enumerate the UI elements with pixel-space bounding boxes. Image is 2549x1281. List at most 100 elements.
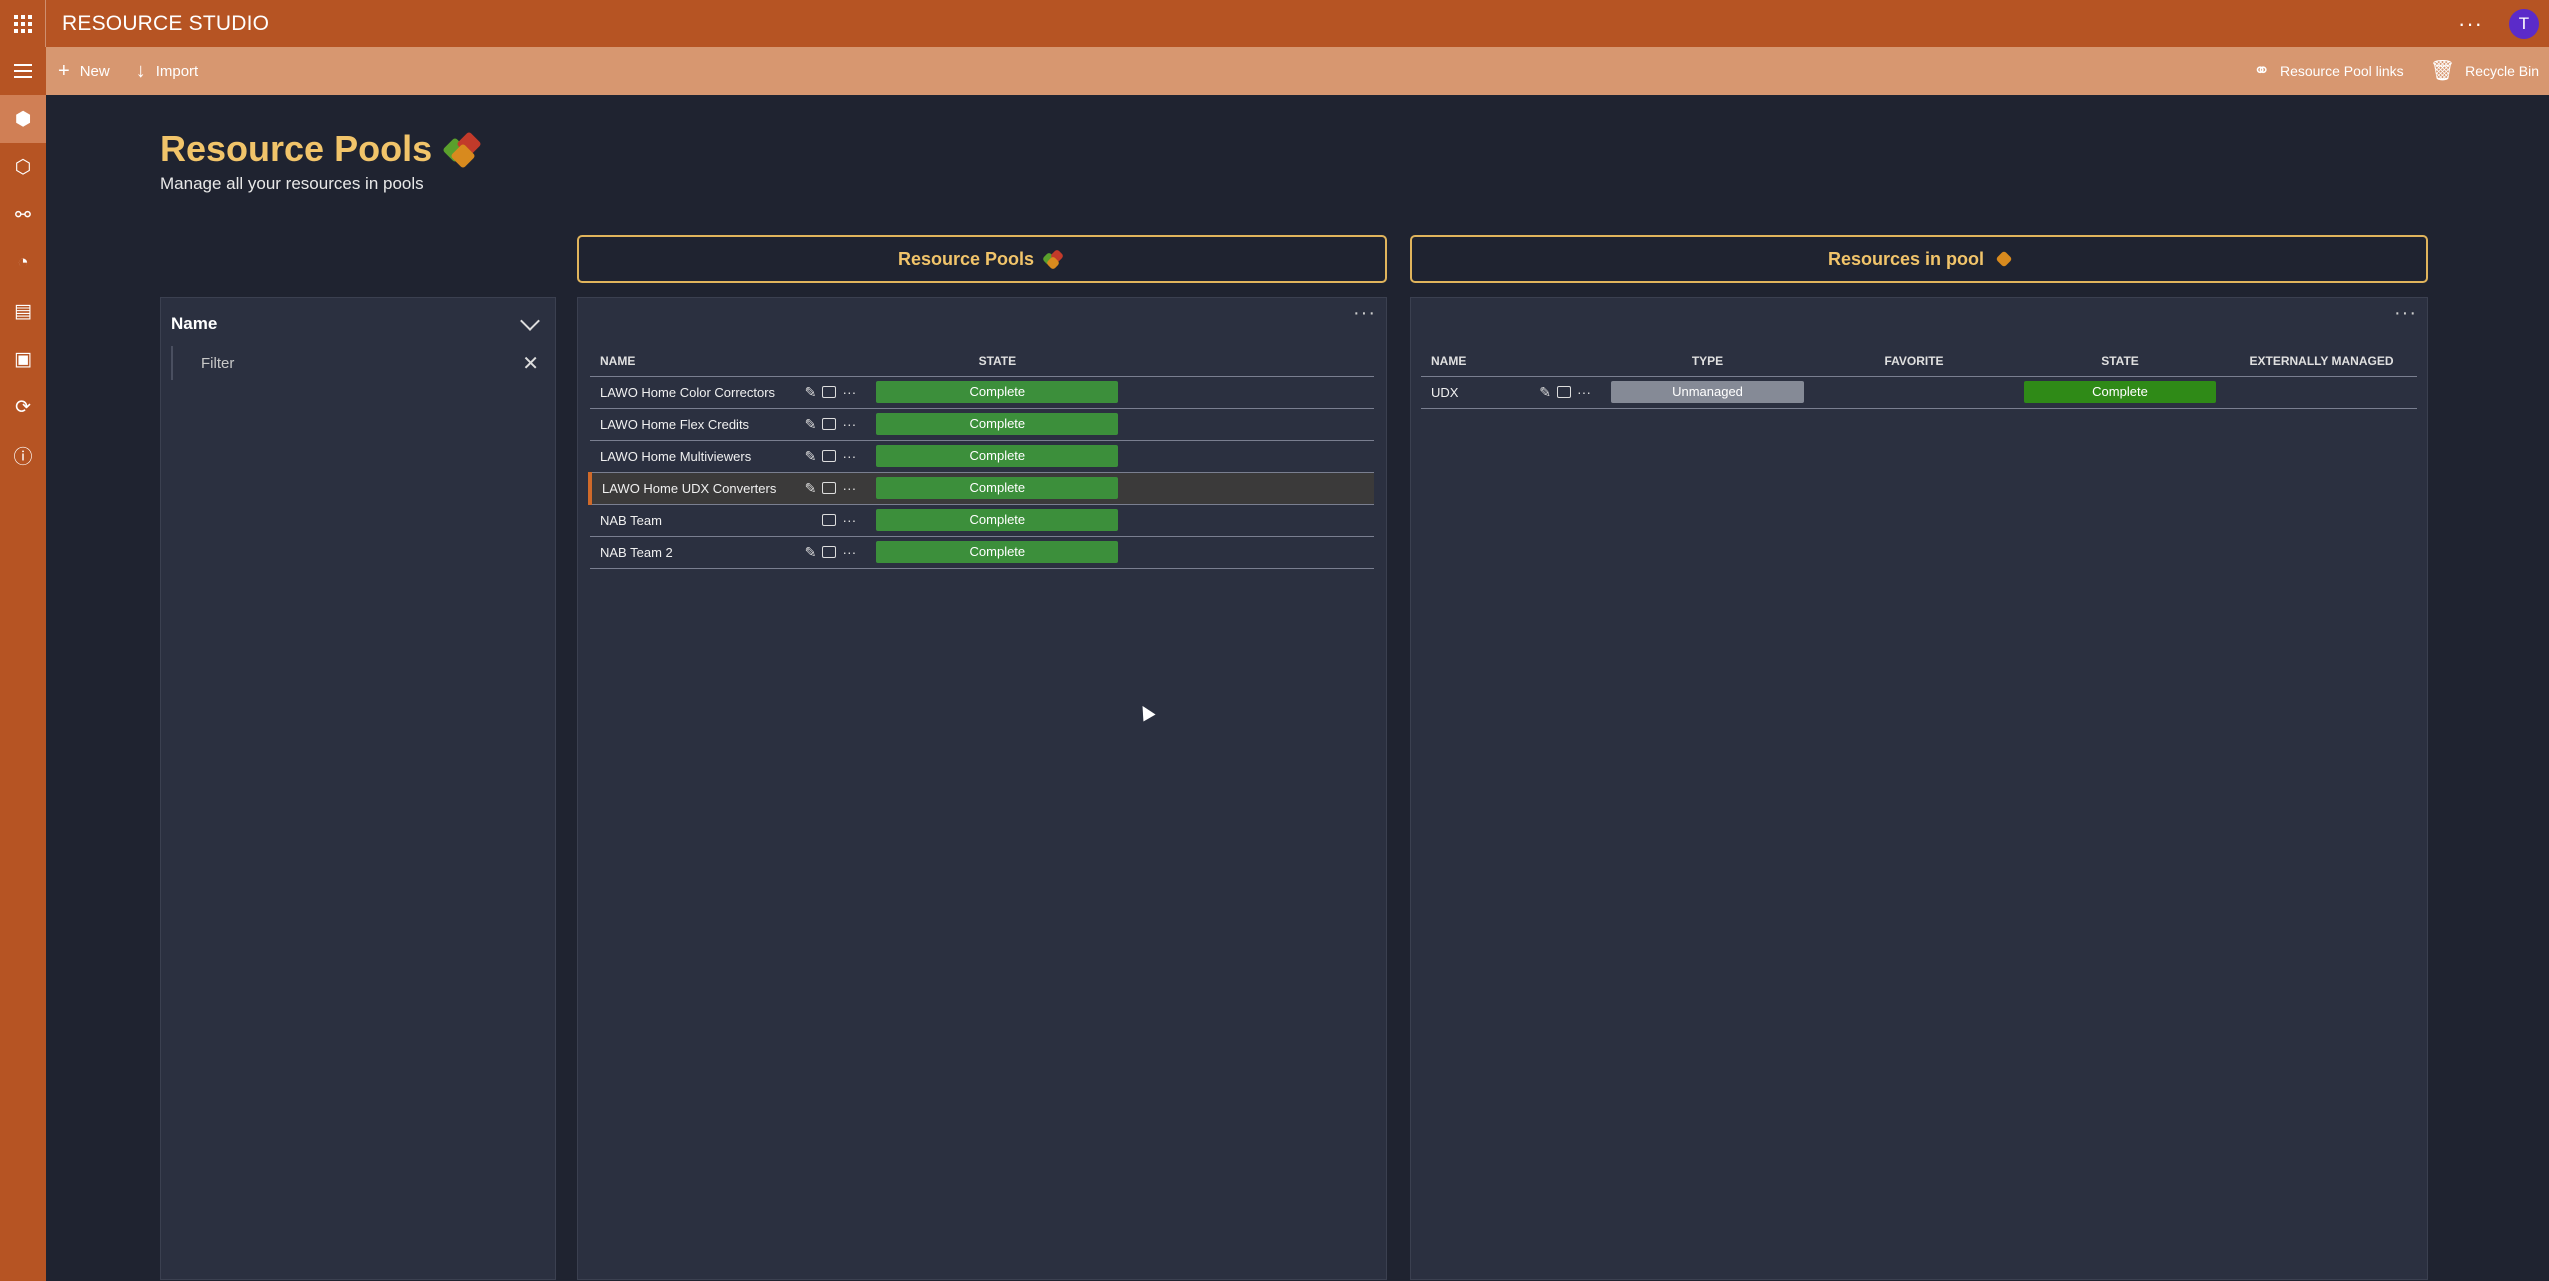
cube-icon bbox=[1995, 250, 2013, 268]
column-header-state[interactable]: STATE bbox=[866, 346, 1129, 377]
open-window-icon[interactable] bbox=[822, 482, 837, 494]
open-window-icon[interactable] bbox=[822, 514, 837, 526]
edit-icon[interactable]: ✎ bbox=[805, 544, 817, 561]
panel-more-icon[interactable]: ··· bbox=[1353, 302, 1376, 325]
table-row[interactable]: UDX ✎ ··· Unmanaged Complete bbox=[1421, 376, 2417, 409]
more-icon[interactable]: ··· bbox=[842, 480, 856, 496]
clipboard-icon[interactable]: ▣ bbox=[0, 335, 46, 383]
left-rail: ⬢ ⬡ ⚯ ◔ ▤ ▣ ⟳ ⓘ bbox=[0, 47, 46, 1281]
row-actions: ··· bbox=[786, 504, 867, 537]
more-icon[interactable]: ··· bbox=[842, 416, 856, 432]
table-row[interactable]: LAWO Home Multiviewers ✎ ··· Complete bbox=[590, 440, 1374, 473]
import-button[interactable]: ↓ Import bbox=[136, 61, 199, 81]
pool-links-label: Resource Pool links bbox=[2279, 63, 2404, 79]
column-header-externally-managed[interactable]: EXTERNALLY MANAGED bbox=[2226, 346, 2417, 377]
column-header-name[interactable]: NAME bbox=[590, 346, 787, 377]
pool-state-cell: Complete bbox=[866, 376, 1129, 409]
link-icon: ⚭ bbox=[2253, 60, 2270, 82]
recycle-bin-label: Recycle Bin bbox=[2465, 63, 2539, 79]
row-actions: ✎ ··· bbox=[786, 408, 867, 441]
row-actions: ✎ ··· bbox=[1521, 376, 1601, 409]
row-spacer bbox=[1128, 472, 1374, 505]
cubes-icon bbox=[1041, 248, 1066, 271]
cube-icon[interactable]: ⬡ bbox=[0, 143, 46, 191]
resources-in-pool-header-text: Resources in pool bbox=[1827, 248, 1985, 269]
resource-pool-links-button[interactable]: ⚭ Resource Pool links bbox=[2253, 61, 2404, 81]
import-label: Import bbox=[155, 62, 199, 80]
table-row[interactable]: NAB Team 2 ✎ ··· Complete bbox=[590, 536, 1374, 569]
more-icon[interactable]: ··· bbox=[842, 512, 856, 528]
edit-icon[interactable]: ✎ bbox=[805, 448, 817, 465]
sync-icon[interactable]: ⟳ bbox=[0, 383, 46, 431]
status-badge: Complete bbox=[876, 477, 1119, 499]
new-label: New bbox=[79, 62, 110, 80]
pool-name: LAWO Home Color Correctors bbox=[590, 376, 787, 409]
new-button[interactable]: + New bbox=[58, 61, 110, 81]
row-spacer bbox=[1128, 376, 1374, 409]
pool-state-cell: Complete bbox=[866, 504, 1129, 537]
recycle-bin-button[interactable]: 🗑︎ Recycle Bin bbox=[2430, 61, 2539, 81]
status-badge: Complete bbox=[2024, 381, 2216, 403]
info-icon[interactable]: ⓘ bbox=[0, 431, 46, 479]
menu-icon[interactable] bbox=[0, 47, 46, 95]
edit-icon[interactable]: ✎ bbox=[805, 480, 817, 497]
close-icon[interactable]: ✕ bbox=[522, 351, 539, 376]
status-badge: Complete bbox=[876, 541, 1119, 563]
column-header-type[interactable]: TYPE bbox=[1601, 346, 1814, 377]
open-window-icon[interactable] bbox=[822, 546, 837, 558]
open-window-icon[interactable] bbox=[822, 450, 837, 462]
table-row[interactable]: LAWO Home Flex Credits ✎ ··· Complete bbox=[590, 408, 1374, 441]
column-header-state[interactable]: STATE bbox=[2014, 346, 2226, 377]
row-actions: ✎ ··· bbox=[786, 472, 867, 505]
resource-type-cell: Unmanaged bbox=[1601, 376, 1814, 409]
table-row[interactable]: NAB Team ··· Complete bbox=[590, 504, 1374, 537]
top-bar: RESOURCE STUDIO ··· T bbox=[0, 0, 2549, 47]
avatar[interactable]: T bbox=[2509, 8, 2539, 39]
more-icon[interactable]: ··· bbox=[1577, 384, 1591, 400]
resource-favorite[interactable] bbox=[1814, 376, 2014, 409]
column-header-actions bbox=[1521, 346, 1601, 377]
resources-in-pool-panel: ··· NAME TYPE FAVORITE STATE EXTERNALLY … bbox=[1410, 297, 2428, 1280]
more-options-icon[interactable]: ··· bbox=[2458, 12, 2483, 35]
column-header-favorite[interactable]: FAVORITE bbox=[1814, 346, 2014, 377]
resource-pools-icon[interactable]: ⬢ bbox=[0, 95, 46, 143]
status-badge: Complete bbox=[876, 381, 1119, 403]
chevron-down-icon[interactable] bbox=[520, 311, 540, 331]
open-window-icon[interactable] bbox=[822, 418, 837, 430]
edit-icon[interactable]: ✎ bbox=[805, 384, 817, 401]
column-header-name[interactable]: NAME bbox=[1421, 346, 1521, 377]
app-launcher-icon[interactable] bbox=[0, 0, 46, 47]
resources-in-pool-header: Resources in pool bbox=[1410, 235, 2428, 283]
dashboard-icon[interactable]: ◔ bbox=[0, 239, 46, 287]
connections-icon[interactable]: ⚯ bbox=[0, 191, 46, 239]
row-spacer bbox=[1128, 504, 1374, 537]
more-icon[interactable]: ··· bbox=[842, 448, 856, 464]
panel-more-icon[interactable]: ··· bbox=[2394, 302, 2417, 325]
resource-externally-managed bbox=[2226, 376, 2417, 409]
edit-icon[interactable]: ✎ bbox=[1539, 384, 1551, 401]
resource-pools-header: Resource Pools bbox=[577, 235, 1387, 283]
more-icon[interactable]: ··· bbox=[842, 384, 856, 400]
column-header-spacer bbox=[1128, 346, 1374, 377]
more-icon[interactable]: ··· bbox=[842, 544, 856, 560]
reports-icon[interactable]: ▤ bbox=[0, 287, 46, 335]
row-actions: ✎ ··· bbox=[786, 536, 867, 569]
table-row[interactable]: LAWO Home UDX Converters ✎ ··· Complete bbox=[587, 472, 1374, 505]
row-actions-icons: ✎ ··· bbox=[796, 384, 857, 401]
table-row[interactable]: LAWO Home Color Correctors ✎ ··· Complete bbox=[590, 376, 1374, 409]
status-badge: Complete bbox=[876, 445, 1119, 467]
edit-icon[interactable]: ✎ bbox=[805, 416, 817, 433]
resource-name: UDX bbox=[1421, 376, 1521, 409]
pool-name: LAWO Home Multiviewers bbox=[590, 440, 787, 473]
row-spacer bbox=[1128, 536, 1374, 569]
filter-title: Name bbox=[171, 314, 218, 333]
open-window-icon[interactable] bbox=[822, 386, 837, 398]
resource-state-cell: Complete bbox=[2014, 376, 2226, 409]
plus-icon: + bbox=[58, 60, 70, 82]
row-actions: ✎ ··· bbox=[786, 376, 867, 409]
status-badge: Complete bbox=[876, 413, 1119, 435]
filter-input[interactable] bbox=[201, 352, 521, 374]
row-actions-icons: ✎ ··· bbox=[1531, 384, 1591, 401]
open-window-icon[interactable] bbox=[1557, 386, 1571, 398]
row-spacer bbox=[1128, 440, 1374, 473]
